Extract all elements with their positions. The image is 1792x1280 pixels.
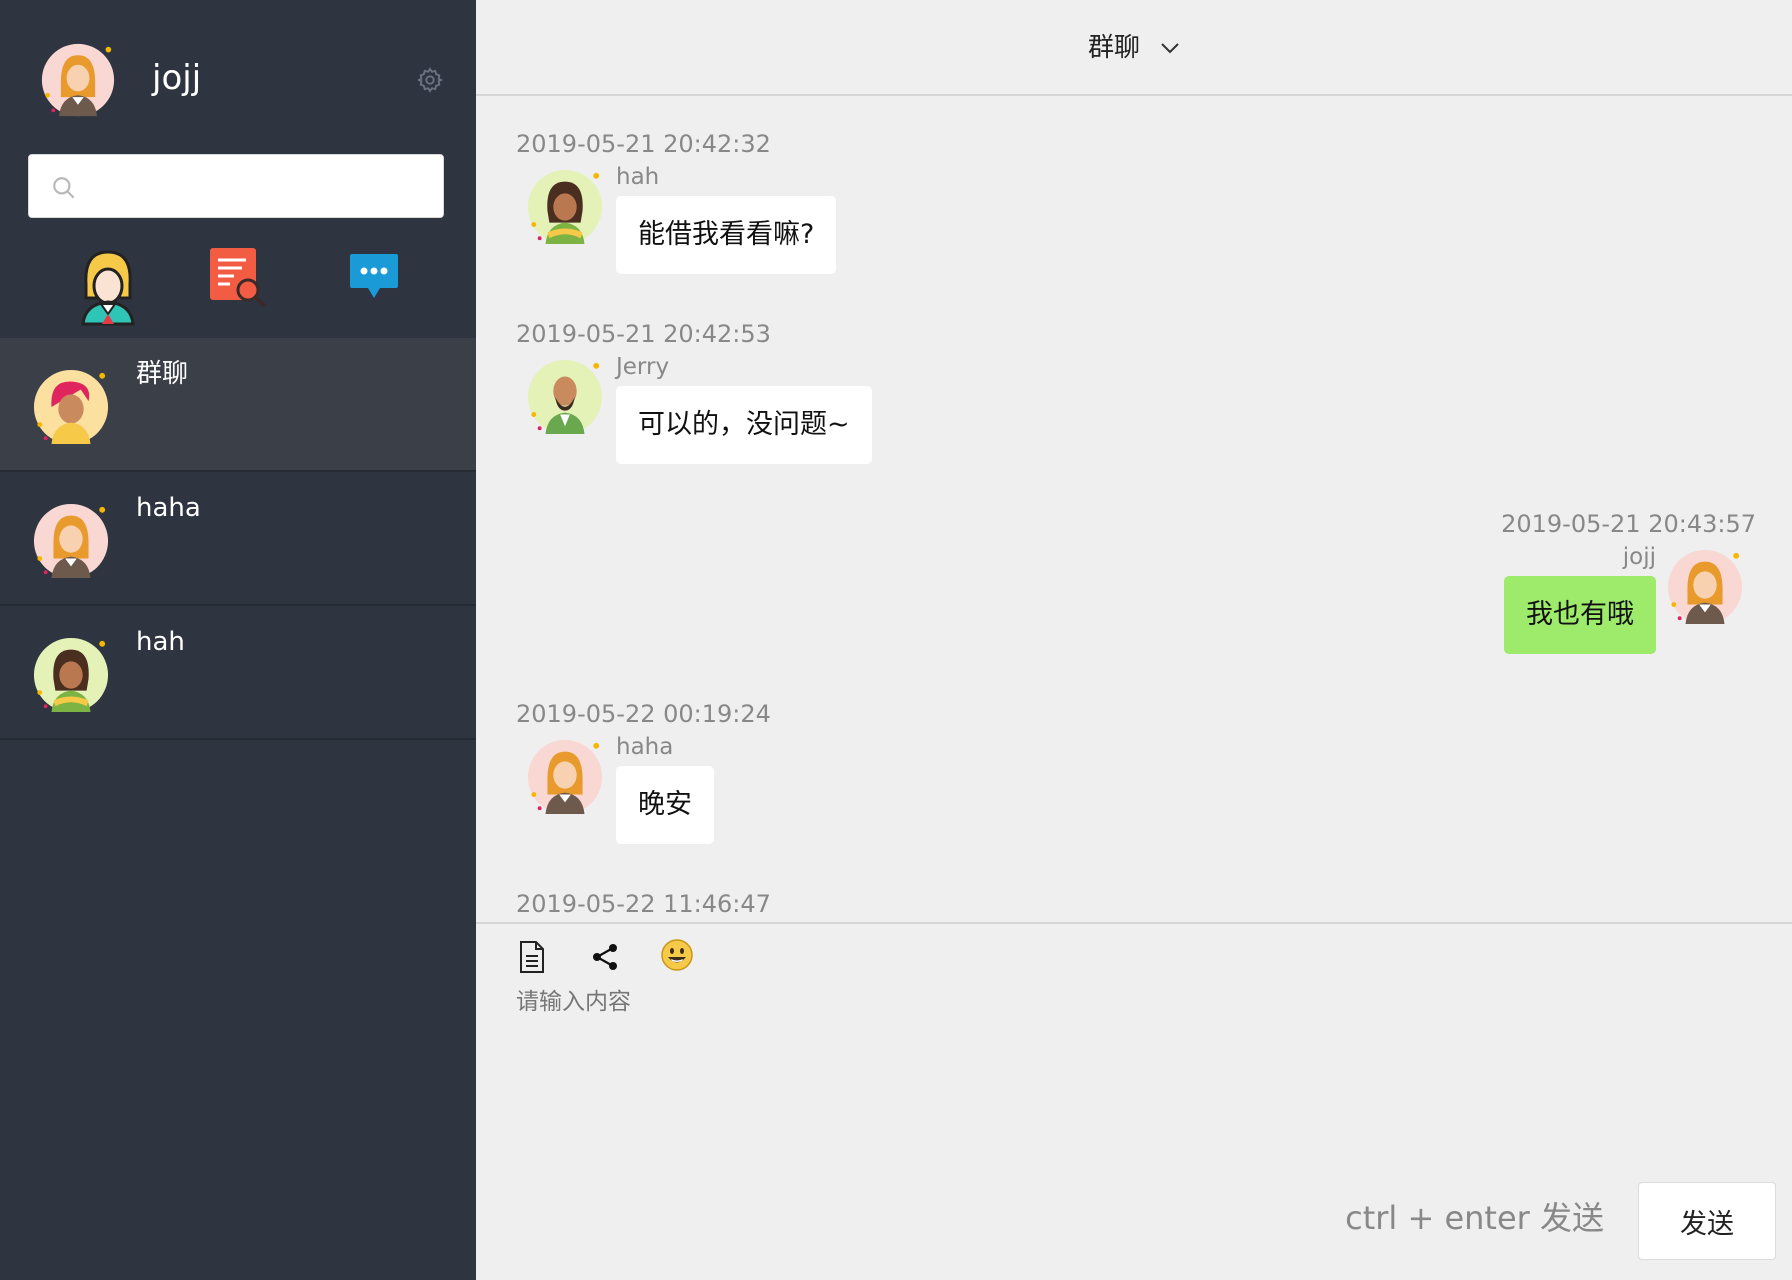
message-bubble[interactable]: 能借我看看嘛? (616, 196, 837, 274)
search-box (28, 154, 444, 218)
send-button[interactable]: 发送 (1638, 1182, 1776, 1260)
message-bubble[interactable]: 可以的，没问题~ (616, 386, 872, 464)
nav-tabs (0, 244, 476, 330)
sender-avatar (526, 168, 604, 246)
document-search-icon[interactable] (208, 246, 268, 308)
search-input[interactable] (91, 163, 431, 211)
gear-icon[interactable] (416, 66, 444, 94)
emoji-icon[interactable] (660, 938, 694, 972)
chat-panel: 群聊 2019-05-21 20:42:32 hah 能借我看看嘛? 2019-… (476, 0, 1792, 1280)
message-timestamp: 2019-05-21 20:42:32 (516, 130, 771, 158)
message-list[interactable]: 2019-05-21 20:42:32 hah 能借我看看嘛? 2019-05-… (476, 98, 1792, 922)
file-icon[interactable] (518, 940, 546, 974)
profile-header: jojj (0, 0, 476, 150)
share-icon[interactable] (590, 942, 620, 972)
message-bubble-own[interactable]: 我也有哦 (1504, 576, 1656, 654)
hah-avatar (32, 636, 110, 714)
message-timestamp: 2019-05-21 20:42:53 (516, 320, 771, 348)
group-avatar (32, 368, 110, 446)
message-timestamp: 2019-05-22 00:19:24 (516, 700, 771, 728)
sender-avatar (526, 358, 604, 436)
message-sender: Jerry (616, 354, 670, 380)
message-sender: haha (616, 734, 674, 760)
sender-avatar (1666, 548, 1744, 626)
message-input[interactable] (516, 986, 1756, 1156)
user-avatar[interactable] (40, 42, 116, 118)
message-timestamp: 2019-05-22 11:46:47 (516, 890, 771, 918)
chat-item-hah[interactable]: hah (0, 606, 476, 740)
user-icon[interactable] (80, 248, 136, 326)
chat-item-group[interactable]: 群聊 (0, 338, 476, 472)
user-name: jojj (152, 58, 202, 98)
chat-header: 群聊 (476, 0, 1792, 96)
chat-bubble-icon[interactable] (348, 252, 400, 302)
sender-avatar (526, 738, 604, 816)
message-sender: hah (616, 164, 660, 190)
message-sender: jojj (1622, 544, 1656, 570)
chevron-down-icon[interactable] (1158, 36, 1182, 60)
chat-title: 群聊 (1088, 33, 1141, 63)
haha-avatar (32, 502, 110, 580)
send-shortcut-hint: ctrl + enter 发送 (1345, 1199, 1604, 1237)
chat-item-name: 群聊 (136, 359, 189, 389)
chat-item-name: haha (136, 493, 201, 523)
chat-list: 群聊 haha hah (0, 338, 476, 740)
chat-item-name: hah (136, 627, 185, 657)
message-bubble[interactable]: 晚安 (616, 766, 714, 844)
message-timestamp: 2019-05-21 20:43:57 (1501, 510, 1756, 538)
sidebar: jojj 群聊 haha hah (0, 0, 476, 1280)
message-composer: ctrl + enter 发送 发送 (476, 922, 1792, 1280)
search-icon (51, 175, 77, 201)
chat-item-haha[interactable]: haha (0, 472, 476, 606)
